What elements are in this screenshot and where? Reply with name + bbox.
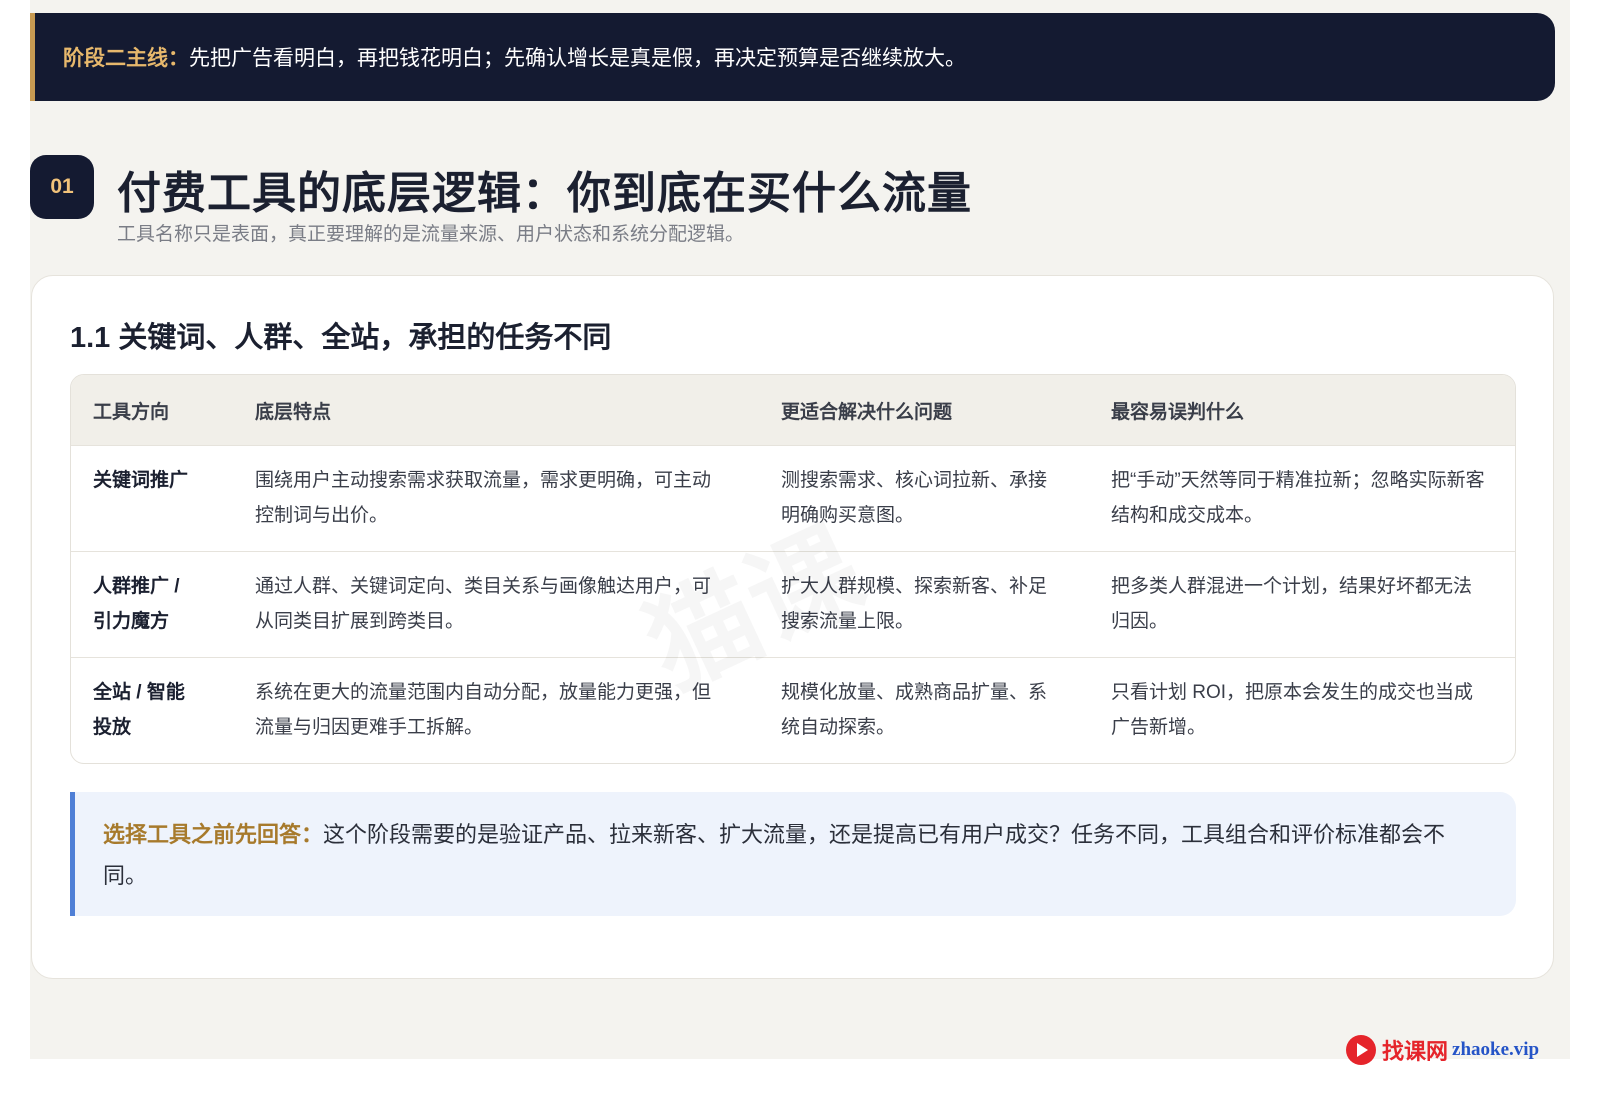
section-subtitle: 工具名称只是表面，真正要理解的是流量来源、用户状态和系统分配逻辑。 <box>117 224 745 245</box>
callout-note: 选择工具之前先回答：这个阶段需要的是验证产品、拉来新客、扩大流量，还是提高已有用… <box>70 792 1516 916</box>
column-header: 工具方向 <box>71 375 233 446</box>
table-cell: 围绕用户主动搜索需求获取流量，需求更明确，可主动控制词与出价。 <box>233 445 759 552</box>
table-cell: 人群推广 / 引力魔方 <box>71 551 233 658</box>
section-number-badge: 01 <box>30 155 94 219</box>
column-header: 更适合解决什么问题 <box>759 375 1089 446</box>
brand-name: 找课网 <box>1382 1039 1449 1064</box>
banner-lead: 阶段二主线： <box>63 47 189 70</box>
stage-banner: 阶段二主线： 先把广告看明白，再把钱花明白；先确认增长是真是假，再决定预算是否继… <box>30 13 1555 101</box>
note-lead: 选择工具之前先回答： <box>103 822 324 847</box>
table-cell: 全站 / 智能投放 <box>71 657 233 763</box>
table-cell: 关键词推广 <box>71 445 233 552</box>
table-header-row: 工具方向 底层特点 更适合解决什么问题 最容易误判什么 <box>71 375 1515 446</box>
card-title: 1.1 关键词、人群、全站，承担的任务不同 <box>70 322 612 354</box>
table-row: 全站 / 智能投放 系统在更大的流量范围内自动分配，放量能力更强，但流量与归因更… <box>71 657 1515 763</box>
brand-logo[interactable]: 找课网 zhaoke.vip <box>1346 1033 1576 1067</box>
section-title: 付费工具的底层逻辑：你到底在买什么流量 <box>117 169 972 218</box>
table-cell: 规模化放量、成熟商品扩量、系统自动探索。 <box>759 657 1089 763</box>
table-cell: 把多类人群混进一个计划，结果好坏都无法归因。 <box>1089 551 1515 658</box>
table-cell: 只看计划 ROI，把原本会发生的成交也当成广告新增。 <box>1089 657 1515 763</box>
play-icon <box>1346 1035 1376 1065</box>
brand-url: zhaoke.vip <box>1452 1039 1540 1060</box>
column-header: 最容易误判什么 <box>1089 375 1515 446</box>
table-cell: 把“手动”天然等同于精准拉新；忽略实际新客结构和成交成本。 <box>1089 445 1515 552</box>
column-header: 底层特点 <box>233 375 759 446</box>
banner-text: 先把广告看明白，再把钱花明白；先确认增长是真是假，再决定预算是否继续放大。 <box>189 47 966 70</box>
